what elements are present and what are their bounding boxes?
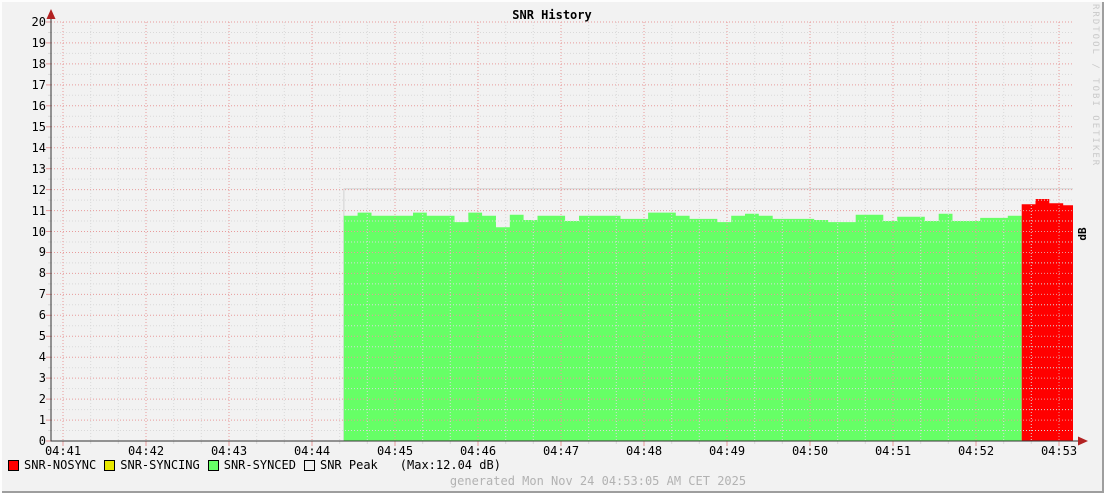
x-tick-label: 04:43 (201, 445, 257, 457)
legend-swatch (304, 460, 315, 471)
legend-label: SNR Peak (320, 458, 378, 472)
legend-item: SNR-SYNCING (104, 458, 199, 472)
legend-swatch (104, 460, 115, 471)
x-tick-label: 04:52 (948, 445, 1004, 457)
y-tick-label: 5 (4, 330, 46, 342)
x-tick-label: 04:44 (284, 445, 340, 457)
x-tick-label: 04:49 (699, 445, 755, 457)
legend-item: SNR-NOSYNC (8, 458, 96, 472)
y-tick-label: 15 (4, 121, 46, 133)
y-tick-label: 16 (4, 100, 46, 112)
rrdtool-graph: SNR History 0123456789101112131415161718… (0, 0, 1104, 493)
x-tick-label: 04:47 (533, 445, 589, 457)
legend-swatch (8, 460, 19, 471)
y-tick-label: 10 (4, 226, 46, 238)
y-tick-label: 14 (4, 142, 46, 154)
y-tick-label: 8 (4, 267, 46, 279)
legend-item: SNR-SYNCED (208, 458, 296, 472)
legend-item: SNR Peak (304, 458, 378, 472)
y-tick-label: 2 (4, 393, 46, 405)
legend-label: SNR-SYNCED (224, 458, 296, 472)
x-tick-label: 04:50 (782, 445, 838, 457)
y-tick-label: 19 (4, 37, 46, 49)
max-value-label: (Max:12.04 dB) (400, 458, 501, 472)
legend-label: SNR-NOSYNC (24, 458, 96, 472)
y-tick-label: 6 (4, 309, 46, 321)
y-tick-label: 20 (4, 16, 46, 28)
y-tick-label: 17 (4, 79, 46, 91)
right-axis-label: dB (1066, 216, 1098, 252)
generated-timestamp: generated Mon Nov 24 04:53:05 AM CET 202… (0, 474, 1104, 488)
x-tick-label: 04:46 (450, 445, 506, 457)
x-tick-label: 04:53 (1031, 445, 1087, 457)
y-tick-label: 13 (4, 163, 46, 175)
y-tick-label: 9 (4, 246, 46, 258)
y-tick-label: 1 (4, 414, 46, 426)
y-tick-label: 4 (4, 351, 46, 363)
rrdtool-watermark: RRDTOOL / TOBI OETIKER (1090, 4, 1100, 167)
x-tick-label: 04:45 (367, 445, 423, 457)
legend: SNR-NOSYNC SNR-SYNCING SNR-SYNCED SNR Peak (… (8, 458, 1098, 472)
x-tick-label: 04:51 (865, 445, 921, 457)
x-tick-label: 04:48 (616, 445, 672, 457)
y-tick-label: 11 (4, 205, 46, 217)
chart-canvas (0, 0, 1104, 493)
legend-swatch (208, 460, 219, 471)
legend-label: SNR-SYNCING (120, 458, 199, 472)
y-tick-label: 12 (4, 184, 46, 196)
x-tick-label: 04:42 (118, 445, 174, 457)
x-tick-label: 04:41 (35, 445, 91, 457)
y-tick-label: 3 (4, 372, 46, 384)
y-tick-label: 7 (4, 288, 46, 300)
y-tick-label: 18 (4, 58, 46, 70)
